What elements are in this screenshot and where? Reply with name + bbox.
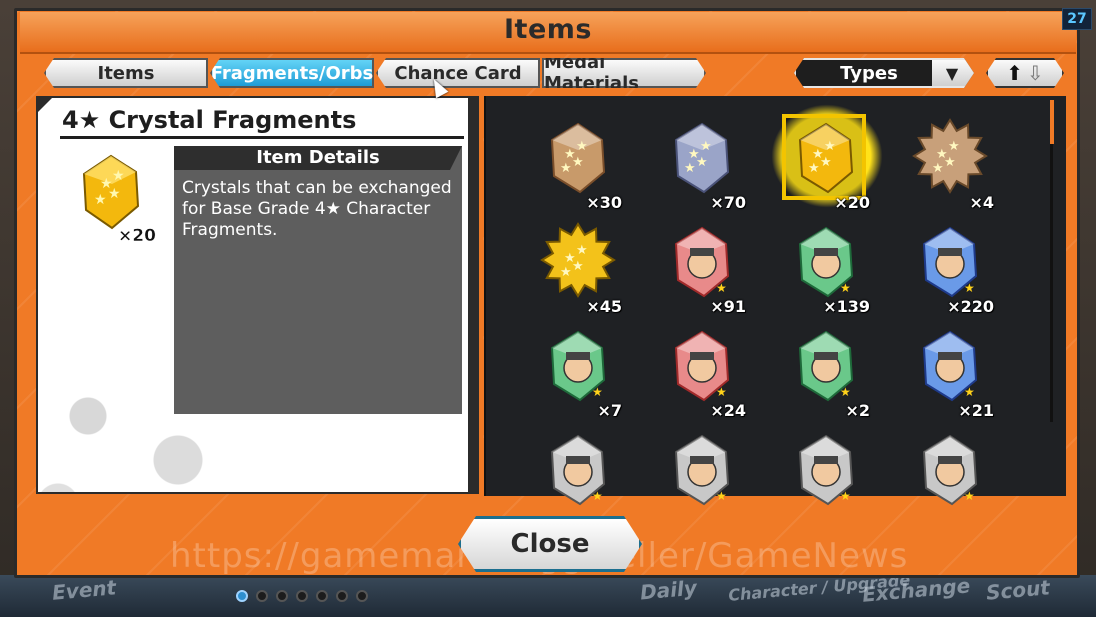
sort-down-arrow-icon: ⇩ [1027,61,1044,85]
types-label: Types [840,62,898,84]
sort-button[interactable]: ⬆ ⇩ [986,58,1064,88]
chevron-down-icon: ▼ [932,60,972,86]
item-cell[interactable]: ★ ★ ★ ★ ×20 [788,118,878,212]
svg-text:★: ★ [572,259,584,274]
sort-up-arrow-icon: ⬆ [1006,61,1023,85]
counter-badge: 27 [1062,8,1092,30]
svg-text:★: ★ [572,155,584,170]
item-count: ×91 [710,297,746,316]
character-fragment-icon: ★ [674,434,730,506]
item-detail-card: 4★ Crystal Fragments ★ ★ ★ ★ ×20 Item De… [38,98,468,492]
item-details-heading: Item Details [174,146,462,170]
item-cell[interactable]: ★ ★ ★ ★ ×4 [912,118,1002,212]
svg-text:★: ★ [824,139,836,154]
svg-text:★: ★ [820,155,832,170]
item-count: ×220 [947,297,994,316]
tab-fragments-orbs[interactable]: Fragments/Orbs [210,58,374,88]
svg-text:★: ★ [948,139,960,154]
item-cell[interactable]: ★ ×2 [788,326,878,420]
page-dot [256,590,268,602]
page-dot [276,590,288,602]
svg-text:★: ★ [964,489,975,503]
gold-crystal-icon: ★ ★ ★ ★ [82,154,140,230]
dialog-title: Items [504,14,592,45]
item-count: ×24 [710,401,746,420]
character-fragment-icon: ★ [798,434,854,506]
item-name: 4★ Crystal Fragments [62,106,357,134]
item-cell[interactable]: ★ ×139 [788,222,878,316]
scrollbar-track[interactable] [1050,100,1053,422]
page-dot [336,590,348,602]
svg-text:★: ★ [592,385,603,399]
types-dropdown[interactable]: Types ▼ [794,58,974,88]
item-count: ×45 [586,297,622,316]
page-dot [296,590,308,602]
item-cell[interactable]: ★ [540,430,630,520]
item-count: ×30 [586,193,622,212]
svg-text:★: ★ [108,186,121,202]
svg-text:★: ★ [576,139,588,154]
svg-text:★: ★ [840,489,851,503]
tab-items[interactable]: Items [44,58,208,88]
svg-text:★: ★ [944,155,956,170]
svg-text:★: ★ [94,192,107,208]
page-indicator [236,590,368,602]
item-count: ×7 [597,401,622,420]
item-count: ×139 [823,297,870,316]
svg-text:★: ★ [684,161,696,176]
item-cell[interactable]: ★ ×91 [664,222,754,316]
character-fragment-icon: ★ [550,434,606,506]
svg-text:★: ★ [696,155,708,170]
item-details-box: Item Details Crystals that can be exchan… [174,146,462,414]
item-count: ×20 [118,226,156,246]
svg-text:★: ★ [840,385,851,399]
svg-text:★: ★ [560,265,572,280]
item-cell[interactable]: ★ ★ ★ ★ ×45 [540,222,630,316]
item-count: ×4 [969,193,994,212]
svg-text:★: ★ [964,385,975,399]
svg-text:★: ★ [576,243,588,258]
svg-text:★: ★ [716,489,727,503]
item-cell[interactable]: ★ [912,430,1002,520]
svg-text:★: ★ [716,385,727,399]
item-count: ×21 [958,401,994,420]
item-count: ×70 [710,193,746,212]
tab-bar: Items Fragments/Orbs Chance Card Medal M… [44,58,706,88]
page-dot [356,590,368,602]
close-button[interactable]: Close [458,516,642,572]
item-cell[interactable]: ★ ×21 [912,326,1002,420]
item-cell[interactable]: ★ ×24 [664,326,754,420]
item-cell[interactable]: ★ ×7 [540,326,630,420]
page-dot [236,590,248,602]
svg-text:★: ★ [808,161,820,176]
item-cell[interactable]: ★ ★ ★ ★ ×30 [540,118,630,212]
item-cell[interactable]: ★ ★ ★ ★ ×70 [664,118,754,212]
svg-text:★: ★ [700,139,712,154]
title-divider [60,136,464,139]
panel-divider [479,96,483,496]
svg-text:★: ★ [716,281,727,295]
tab-medal-materials[interactable]: Medal Materials [542,58,706,88]
page-dot [316,590,328,602]
item-cell[interactable]: ★ [664,430,754,520]
item-detail-panel: 4★ Crystal Fragments ★ ★ ★ ★ ×20 Item De… [36,96,480,494]
svg-text:★: ★ [112,168,125,184]
item-cell[interactable]: ★ [788,430,878,520]
tab-chance-card[interactable]: Chance Card [376,58,540,88]
item-description: Crystals that can be exchanged for Base … [182,178,452,240]
nav-daily[interactable]: Daily [639,576,698,605]
item-count: ×20 [834,193,870,212]
svg-text:★: ★ [840,281,851,295]
character-fragment-icon: ★ [922,434,978,506]
svg-text:★: ★ [592,489,603,503]
svg-text:★: ★ [964,281,975,295]
scrollbar-thumb[interactable] [1050,100,1054,144]
svg-text:★: ★ [932,161,944,176]
item-cell[interactable]: ★ ×220 [912,222,1002,316]
svg-text:★: ★ [560,161,572,176]
item-count: ×2 [845,401,870,420]
